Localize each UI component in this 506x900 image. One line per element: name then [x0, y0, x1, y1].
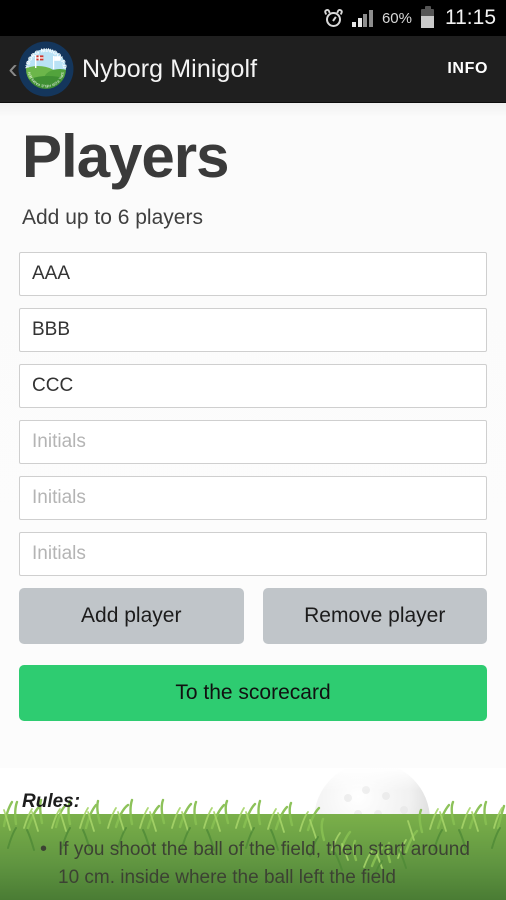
- player-field-row-5: [19, 476, 487, 520]
- player-initials-input-2[interactable]: [19, 308, 487, 352]
- player-field-row-3: [19, 364, 487, 408]
- battery-percent-label: 60%: [381, 9, 412, 27]
- status-bar: 60% 11:15: [0, 0, 506, 36]
- player-fields-list: [0, 252, 506, 576]
- nyborg-minigolf-logo-icon: NYBORG MINIGOLF.DK SPIL FOR HELE FAMILIE…: [18, 41, 74, 97]
- cellular-signal-icon: [352, 9, 373, 27]
- rules-list: If you shoot the ball of the field, then…: [36, 835, 476, 892]
- app-root: 60% 11:15 ‹ YBORG MINIGOLF.D SPIL FOR HE…: [0, 0, 506, 900]
- player-initials-input-1[interactable]: [19, 252, 487, 296]
- battery-icon: [421, 5, 434, 28]
- info-button[interactable]: INFO: [443, 54, 492, 84]
- player-initials-input-4[interactable]: [19, 420, 487, 464]
- rules-heading: Rules:: [22, 791, 81, 812]
- page-subtitle: Add up to 6 players: [22, 206, 203, 229]
- page-title: Players: [22, 123, 230, 190]
- app-bar: ‹ YBORG MINIGOLF.D SPIL FOR HELE FAMILIE…: [0, 36, 506, 103]
- player-field-row-6: [19, 532, 487, 576]
- player-field-row-4: [19, 420, 487, 464]
- clock-time-label: 11:15: [445, 6, 496, 29]
- add-player-button[interactable]: Add player: [19, 588, 244, 644]
- player-field-row-2: [19, 308, 487, 352]
- player-initials-input-5[interactable]: [19, 476, 487, 520]
- to-scorecard-button[interactable]: To the scorecard: [19, 665, 487, 721]
- player-action-buttons: Add player Remove player: [0, 588, 506, 644]
- rule-item: If you shoot the ball of the field, then…: [36, 835, 476, 892]
- app-title: Nyborg Minigolf: [82, 54, 258, 83]
- player-field-row-1: [19, 252, 487, 296]
- player-initials-input-6[interactable]: [19, 532, 487, 576]
- player-initials-input-3[interactable]: [19, 364, 487, 408]
- main-content: Players Add up to 6 players Add pl: [0, 103, 506, 900]
- rules-section: Rules: If you shoot the ball of the fiel…: [0, 768, 506, 900]
- remove-player-button[interactable]: Remove player: [262, 588, 487, 644]
- alarm-clock-icon: [323, 7, 345, 28]
